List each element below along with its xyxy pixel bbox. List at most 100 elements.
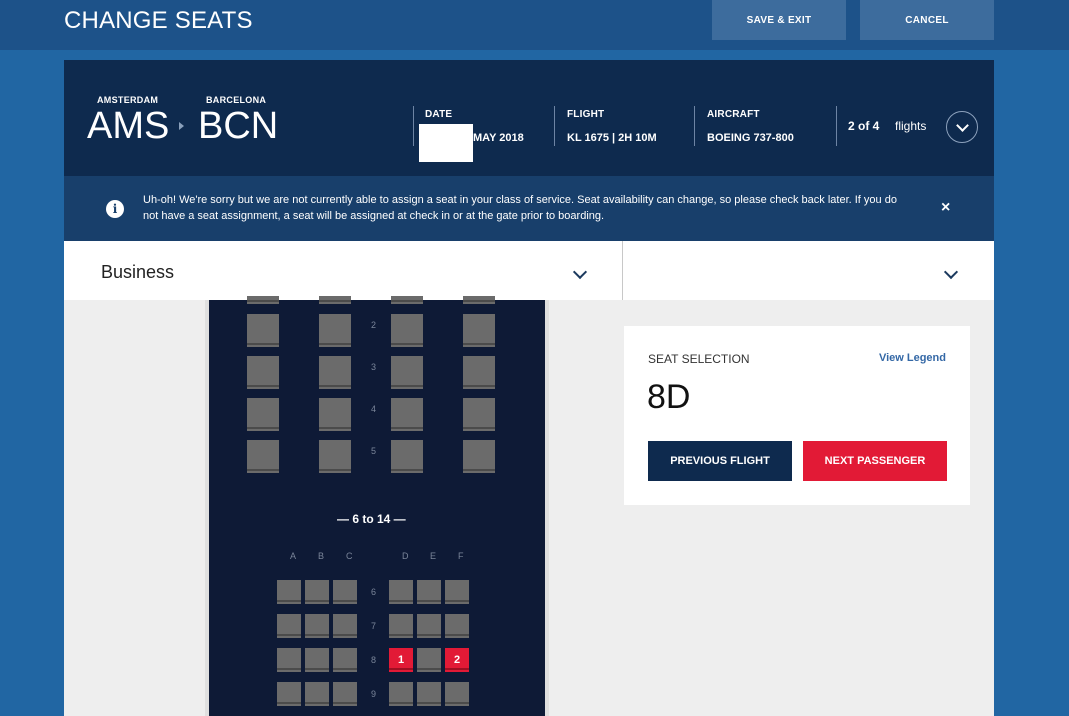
- row-range-label: — 6 to 14 —: [337, 512, 406, 526]
- seat[interactable]: [247, 314, 279, 347]
- seat[interactable]: [319, 440, 351, 473]
- seat[interactable]: [305, 580, 329, 604]
- divider: [836, 106, 837, 146]
- seat[interactable]: [445, 614, 469, 638]
- flights-word: flights: [895, 119, 927, 133]
- seat-map: — 6 to 14 — 2 3 4 5 A B C D E F 6 7 1 2 8 9: [205, 296, 549, 716]
- flight-label: FLIGHT: [567, 109, 605, 120]
- view-legend-link[interactable]: View Legend: [879, 352, 946, 364]
- seat[interactable]: [391, 314, 423, 347]
- seat[interactable]: [417, 580, 441, 604]
- column-label: B: [318, 551, 325, 561]
- column-label: C: [346, 551, 353, 561]
- cabin-dropdown[interactable]: Business: [64, 241, 622, 300]
- seat[interactable]: [391, 440, 423, 473]
- alert-message: Uh-oh! We're sorry but we are not curren…: [143, 194, 897, 222]
- expand-flights-button[interactable]: [946, 111, 978, 143]
- info-icon: i: [106, 200, 124, 218]
- seat[interactable]: [417, 648, 441, 672]
- assigned-seat[interactable]: 2: [445, 648, 469, 672]
- seat[interactable]: [333, 580, 357, 604]
- previous-flight-button[interactable]: PREVIOUS FLIGHT: [648, 441, 792, 481]
- row-number: 8: [371, 655, 377, 665]
- row-number: 6: [371, 587, 377, 597]
- save-exit-button[interactable]: SAVE & EXIT: [712, 0, 846, 40]
- next-passenger-button[interactable]: NEXT PASSENGER: [803, 441, 947, 481]
- cabin-dropdown-label: Business: [101, 262, 175, 282]
- column-label: F: [458, 551, 464, 561]
- aircraft-value: BOEING 737-800: [707, 132, 794, 144]
- column-label: A: [290, 551, 297, 561]
- cabin-selector: Business: [64, 241, 994, 300]
- divider: [413, 106, 414, 146]
- secondary-dropdown[interactable]: [623, 241, 994, 300]
- date-value: MAY 2018: [473, 132, 524, 144]
- seat[interactable]: [391, 398, 423, 431]
- seat[interactable]: [333, 648, 357, 672]
- selected-seat-value: 8D: [647, 378, 691, 416]
- seat[interactable]: [247, 398, 279, 431]
- chevron-down-icon: [955, 118, 969, 132]
- seat[interactable]: [277, 648, 301, 672]
- seat[interactable]: [319, 398, 351, 431]
- seat[interactable]: [319, 314, 351, 347]
- seat-selection-label: SEAT SELECTION: [648, 352, 750, 366]
- aircraft-label: AIRCRAFT: [707, 109, 760, 120]
- row-number: 4: [371, 404, 377, 414]
- seat[interactable]: [305, 614, 329, 638]
- seat[interactable]: [445, 580, 469, 604]
- seat[interactable]: [277, 682, 301, 706]
- seat[interactable]: [319, 356, 351, 389]
- seat[interactable]: [277, 614, 301, 638]
- seat[interactable]: [333, 682, 357, 706]
- seat[interactable]: [445, 682, 469, 706]
- chevron-down-icon: [572, 264, 588, 280]
- date-redaction: [419, 124, 473, 162]
- seat[interactable]: [305, 682, 329, 706]
- divider: [694, 106, 695, 146]
- seat[interactable]: [319, 296, 351, 304]
- close-icon[interactable]: ×: [941, 199, 950, 217]
- origin-code: AMS: [87, 105, 170, 147]
- seat-unavailable-alert: i Uh-oh! We're sorry but we are not curr…: [64, 176, 994, 241]
- row-number: 2: [371, 320, 377, 330]
- seat[interactable]: [247, 440, 279, 473]
- seat[interactable]: [389, 614, 413, 638]
- row-number: 9: [371, 689, 377, 699]
- seat[interactable]: [247, 296, 279, 304]
- seat[interactable]: [417, 614, 441, 638]
- seat[interactable]: [463, 440, 495, 473]
- chevron-down-icon: [943, 264, 959, 280]
- seat[interactable]: [391, 356, 423, 389]
- main-area: — 6 to 14 — 2 3 4 5 A B C D E F 6 7 1 2 8 9 SEAT SELECT…: [64, 296, 994, 716]
- date-label: DATE: [425, 109, 453, 120]
- seat[interactable]: [417, 682, 441, 706]
- divider: [554, 106, 555, 146]
- seat[interactable]: [463, 356, 495, 389]
- destination-city: BARCELONA: [206, 95, 267, 105]
- flight-count: 2 of 4: [848, 119, 880, 133]
- cancel-button[interactable]: CANCEL: [860, 0, 994, 40]
- seat[interactable]: [247, 356, 279, 389]
- seat[interactable]: [389, 682, 413, 706]
- seat[interactable]: [391, 296, 423, 304]
- assigned-seat[interactable]: 1: [389, 648, 413, 672]
- top-bar: CHANGE SEATS SAVE & EXIT CANCEL: [0, 0, 1069, 50]
- seat[interactable]: [389, 580, 413, 604]
- row-number: 5: [371, 446, 377, 456]
- seat-selection-card: SEAT SELECTION View Legend 8D PREVIOUS F…: [624, 326, 970, 505]
- seat[interactable]: [463, 398, 495, 431]
- seat[interactable]: [305, 648, 329, 672]
- seat[interactable]: [333, 614, 357, 638]
- column-label: E: [430, 551, 437, 561]
- route-arrow-icon: [179, 122, 184, 130]
- flight-header: AMSTERDAM AMS BARCELONA BCN DATE MAY 201…: [64, 60, 994, 176]
- seat[interactable]: [277, 580, 301, 604]
- seat[interactable]: [463, 296, 495, 304]
- origin-city: AMSTERDAM: [97, 95, 159, 105]
- destination-code: BCN: [198, 105, 279, 147]
- flight-value: KL 1675 | 2H 10M: [567, 132, 657, 144]
- column-label: D: [402, 551, 409, 561]
- row-number: 3: [371, 362, 377, 372]
- seat[interactable]: [463, 314, 495, 347]
